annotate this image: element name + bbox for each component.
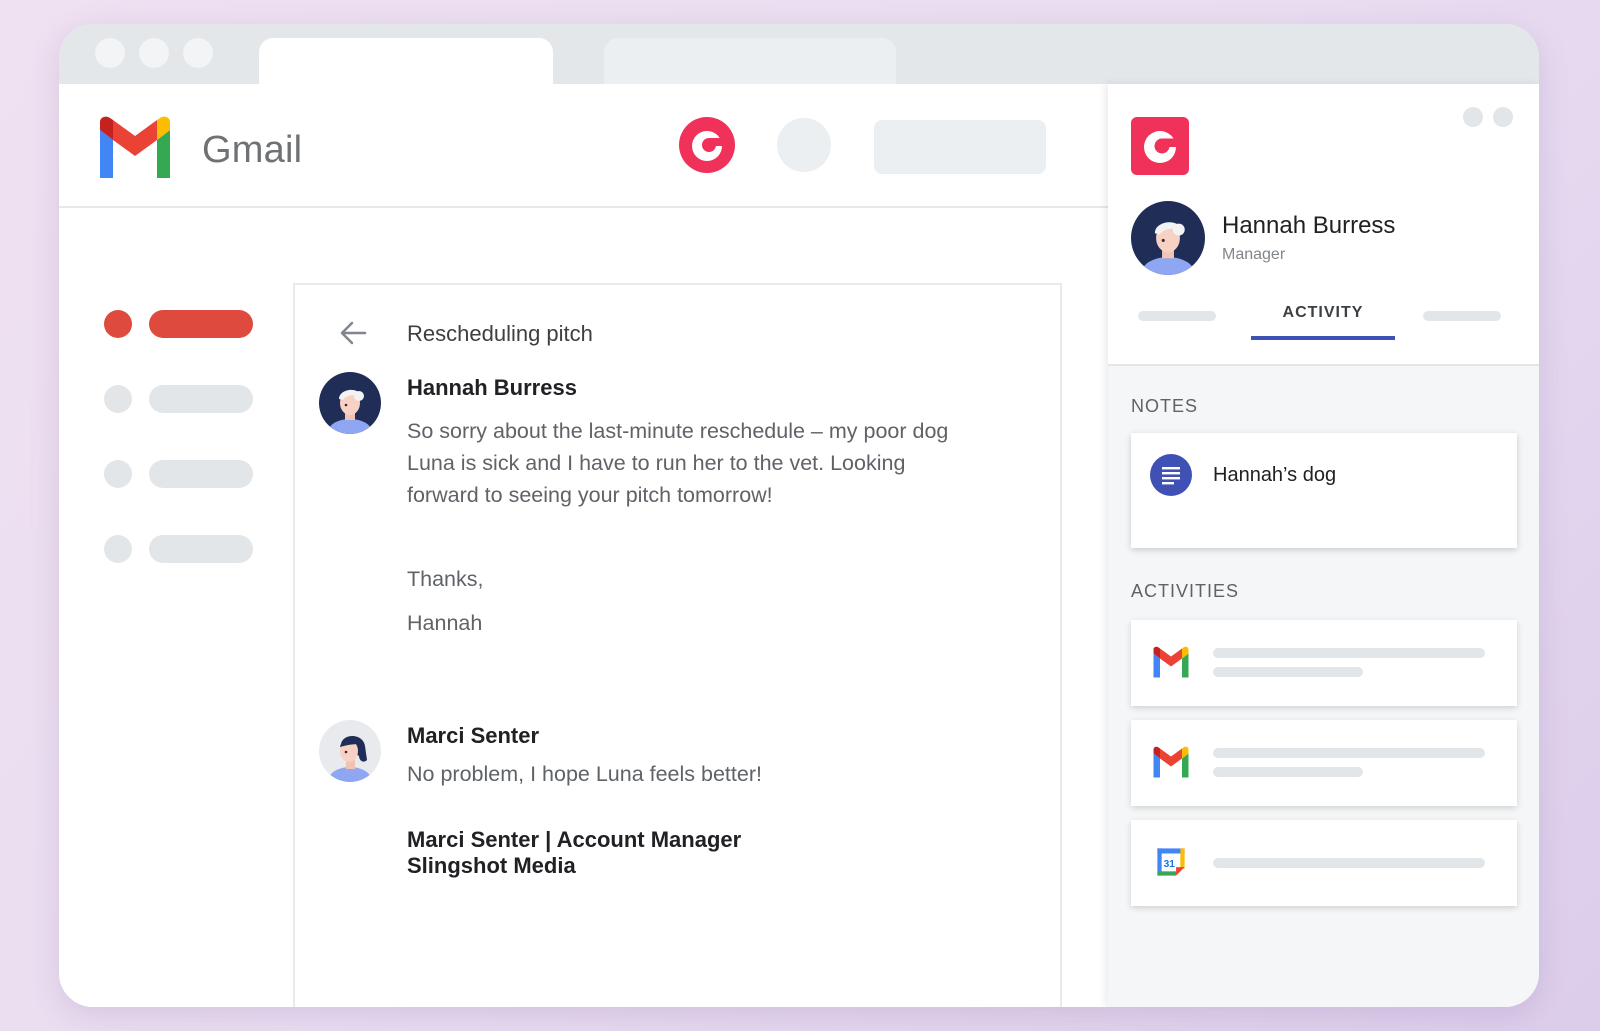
activity-placeholder-line	[1213, 858, 1485, 868]
panel-control-dot[interactable]	[1463, 107, 1483, 127]
panel-control-dot[interactable]	[1493, 107, 1513, 127]
contact-header: Hannah Burress Manager ACTIVITY	[1108, 84, 1539, 366]
window-control-maximize[interactable]	[183, 38, 213, 68]
gmail-area: Gmail Rescheduling pitch Hannah Burress …	[59, 84, 1108, 1007]
copper-c-glyph	[1144, 131, 1179, 163]
sidebar-item-bar	[149, 535, 253, 563]
activity-placeholder-line	[1213, 667, 1363, 677]
note-icon	[1150, 454, 1192, 496]
copper-sidebar-panel: Hannah Burress Manager ACTIVITY NOTES Ha…	[1108, 84, 1539, 1007]
browser-tab-inactive[interactable]	[604, 38, 896, 84]
note-title: Hannah’s dog	[1213, 464, 1337, 486]
browser-tab-bar	[59, 24, 1539, 84]
sidebar-item-dot	[104, 310, 132, 338]
activities-heading: ACTIVITIES	[1131, 581, 1240, 601]
note-card[interactable]: Hannah’s dog	[1131, 433, 1517, 548]
message-body: So sorry about the last-minute reschedul…	[407, 415, 948, 511]
message-body: No problem, I hope Luna feels better!	[407, 762, 762, 786]
avatar	[319, 372, 381, 434]
sidebar-item-bar	[149, 385, 253, 413]
email-subject: Rescheduling pitch	[407, 321, 593, 346]
copper-logo-icon	[1131, 117, 1189, 175]
hannah-avatar-icon	[1131, 201, 1205, 275]
gmail-header: Gmail	[59, 84, 1108, 208]
browser-tab-active[interactable]	[259, 38, 553, 84]
sidebar-item[interactable]	[104, 535, 254, 563]
tab-placeholder[interactable]	[1423, 311, 1501, 321]
tab-active-indicator	[1251, 336, 1395, 340]
avatar	[319, 720, 381, 782]
message-line: forward to seeing your pitch tomorrow!	[407, 483, 773, 507]
message-line: So sorry about the last-minute reschedul…	[407, 419, 949, 443]
sidebar-item-dot	[104, 460, 132, 488]
copper-extension-button[interactable]	[679, 117, 735, 173]
calendar-day: 31	[1164, 859, 1176, 870]
activity-placeholder-line	[1213, 648, 1485, 658]
copper-c-icon	[692, 131, 725, 161]
gmail-icon	[1153, 646, 1189, 678]
activity-placeholder-line	[1213, 748, 1485, 758]
gmail-icon	[1153, 746, 1189, 778]
gmail-logo-icon[interactable]	[95, 116, 175, 178]
sidebar-item-dot	[104, 535, 132, 563]
window-control-minimize[interactable]	[139, 38, 169, 68]
sender-name: Marci Senter	[407, 723, 540, 748]
email-thread: Rescheduling pitch Hannah Burress So sor…	[293, 283, 1062, 1007]
tab-placeholder[interactable]	[1138, 311, 1216, 321]
marci-avatar-icon	[319, 720, 381, 782]
signature-line: Marci Senter | Account Manager	[407, 827, 742, 852]
sender-name: Hannah Burress	[407, 375, 577, 400]
activity-placeholder-line	[1213, 767, 1363, 777]
sidebar-item-dot	[104, 385, 132, 413]
hannah-avatar-icon	[319, 372, 381, 434]
gmail-wordmark: Gmail	[202, 129, 303, 171]
message-line: Luna is sick and I have to run her to th…	[407, 451, 906, 475]
activity-item[interactable]: 31	[1131, 820, 1517, 906]
message-signoff: Hannah	[407, 611, 483, 635]
sidebar-item[interactable]	[104, 460, 254, 488]
sidebar-item-bar	[149, 460, 253, 488]
tab-activity[interactable]: ACTIVITY	[1251, 304, 1395, 322]
activity-item[interactable]	[1131, 620, 1517, 706]
signature-line: Slingshot Media	[407, 853, 576, 878]
calendar-icon: 31	[1157, 848, 1185, 876]
sidebar-item[interactable]	[104, 385, 254, 413]
contact-role: Manager	[1222, 246, 1286, 263]
back-arrow-icon[interactable]	[337, 317, 369, 349]
message-closing: Thanks,	[407, 567, 484, 591]
window-control-close[interactable]	[95, 38, 125, 68]
contact-avatar	[1131, 201, 1205, 275]
contact-name: Hannah Burress	[1222, 212, 1396, 239]
sidebar-item-bar	[149, 310, 253, 338]
browser-window: Gmail Rescheduling pitch Hannah Burress …	[59, 24, 1539, 1007]
notes-heading: NOTES	[1131, 396, 1199, 416]
sidebar-item-inbox[interactable]	[104, 310, 254, 338]
note-lines-glyph	[1162, 467, 1180, 485]
activity-item[interactable]	[1131, 720, 1517, 806]
account-avatar-placeholder[interactable]	[777, 118, 831, 172]
header-button-placeholder[interactable]	[874, 120, 1046, 174]
